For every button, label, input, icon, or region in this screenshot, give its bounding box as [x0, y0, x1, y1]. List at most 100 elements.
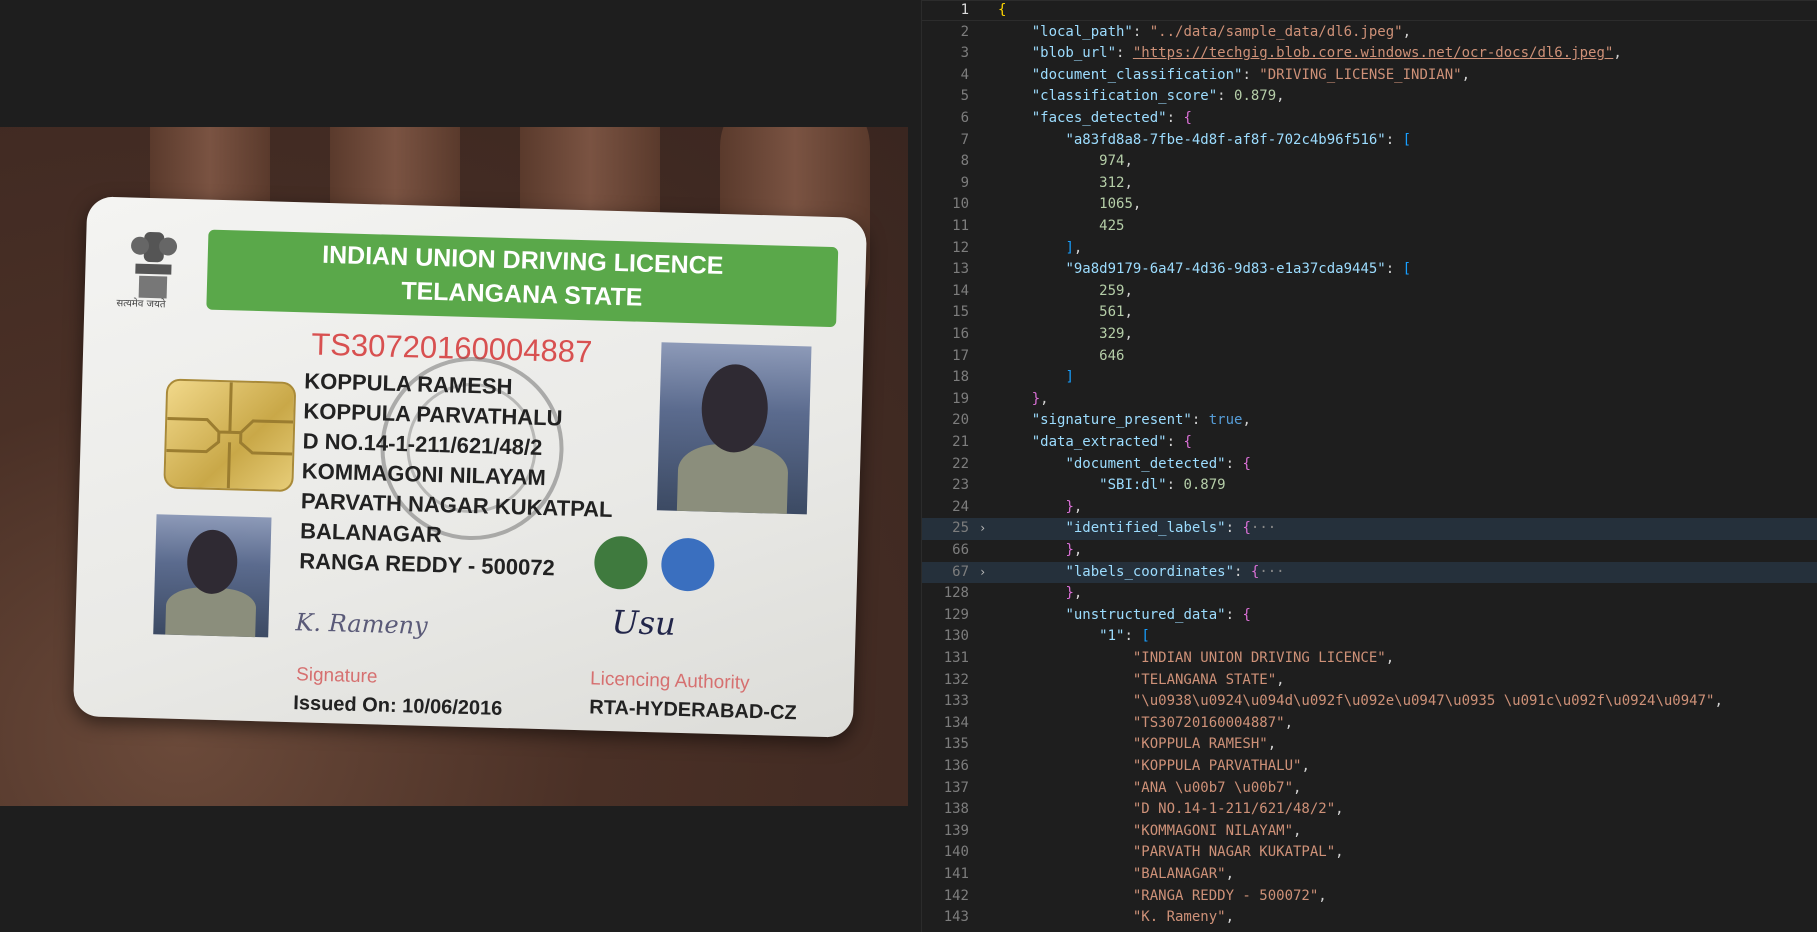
line-number: 4 — [960, 66, 969, 83]
line-number: 67 — [952, 563, 969, 580]
image-pane: सत्यमेव जयते INDIAN UNION DRIVING LICENC… — [0, 0, 921, 932]
code-line[interactable]: 130 "1": [ — [922, 626, 1817, 648]
code-text: "SBI:dl": 0.879 — [1099, 477, 1226, 494]
code-line[interactable]: 3 "blob_url": "https://techgig.blob.core… — [922, 43, 1817, 65]
code-text: 259, — [1099, 282, 1133, 299]
address-line: PARVATH NAGAR KUKATPAL — [300, 488, 613, 522]
code-text: "KOPPULA RAMESH", — [1132, 736, 1277, 753]
code-line[interactable]: 21 "data_extracted": { — [922, 432, 1817, 454]
licence-photo: सत्यमेव जयते INDIAN UNION DRIVING LICENC… — [0, 127, 908, 806]
driving-licence-card: सत्यमेव जयते INDIAN UNION DRIVING LICENC… — [72, 196, 868, 738]
code-line[interactable]: 135 "KOPPULA RAMESH", — [922, 734, 1817, 756]
authority-signature: Usu — [611, 603, 677, 643]
code-text: "\u0938\u0924\u094d\u092f\u092e\u0947\u0… — [1132, 693, 1723, 710]
code-line[interactable]: 13 "9a8d9179-6a47-4d36-9d83-e1a37cda9445… — [922, 259, 1817, 281]
code-line[interactable]: 9 312, — [922, 173, 1817, 195]
code-line[interactable]: 139 "KOMMAGONI NILAYAM", — [922, 821, 1817, 843]
line-number: 133 — [943, 693, 969, 710]
code-line[interactable]: 137 "ANA \u00b7 \u00b7", — [922, 778, 1817, 800]
code-line[interactable]: 129 "unstructured_data": { — [922, 605, 1817, 627]
code-text: "K. Rameny", — [1132, 909, 1235, 926]
code-line[interactable]: 136 "KOPPULA PARVATHALU", — [922, 756, 1817, 778]
fold-chevron-icon[interactable]: › — [979, 518, 986, 540]
code-line[interactable]: 5 "classification_score": 0.879, — [922, 86, 1817, 108]
holder-photo — [656, 342, 812, 515]
code-text: "9a8d9179-6a47-4d36-9d83-e1a37cda9445": … — [1065, 261, 1412, 278]
line-number: 6 — [960, 110, 969, 126]
code-line[interactable]: 128 }, — [922, 583, 1817, 605]
code-line[interactable]: 141 "BALANAGAR", — [922, 864, 1817, 886]
line-number: 14 — [952, 282, 969, 299]
code-text: "D NO.14-1-211/621/48/2", — [1132, 801, 1344, 818]
code-line[interactable]: 23 "SBI:dl": 0.879 — [922, 475, 1817, 497]
code-text: 974, — [1099, 153, 1133, 170]
line-number: 137 — [943, 779, 969, 796]
code-line[interactable]: 19 }, — [922, 389, 1817, 411]
code-line[interactable]: 4 "document_classification": "DRIVING_LI… — [922, 65, 1817, 87]
code-line[interactable]: 6 "faces_detected": { — [922, 108, 1817, 130]
code-line[interactable]: 134 "TS30720160004887", — [922, 713, 1817, 735]
code-line[interactable]: 8 974, — [922, 151, 1817, 173]
line-number: 1 — [960, 2, 969, 18]
line-number: 134 — [943, 714, 969, 731]
line-number: 16 — [952, 326, 969, 342]
code-text: "labels_coordinates": {··· — [1065, 563, 1285, 580]
address-line: RANGA REDDY - 500072 — [298, 548, 556, 581]
code-line[interactable]: 12 ], — [922, 238, 1817, 260]
line-number: 130 — [943, 628, 969, 645]
code-line[interactable]: 11 425 — [922, 216, 1817, 238]
code-line[interactable]: 1{ — [922, 0, 1817, 22]
code-text: }, — [1031, 390, 1049, 407]
code-text: "data_extracted": { — [1031, 434, 1192, 450]
code-text: "RANGA REDDY - 500072", — [1132, 887, 1327, 904]
code-line[interactable]: 2 "local_path": "../data/sample_data/dl6… — [922, 22, 1817, 44]
code-line[interactable]: 7 "a83fd8a8-7fbe-4d8f-af8f-702c4b96f516"… — [922, 130, 1817, 152]
code-line[interactable]: 140 "PARVATH NAGAR KUKATPAL", — [922, 842, 1817, 864]
code-line[interactable]: 25 › "identified_labels": {··· — [922, 518, 1817, 540]
code-line[interactable]: 15 561, — [922, 302, 1817, 324]
code-text: 646 — [1099, 347, 1125, 364]
line-number: 66 — [952, 542, 969, 558]
code-text: { — [998, 2, 1007, 18]
code-line[interactable]: 18 ] — [922, 367, 1817, 389]
code-text: "signature_present": true, — [1031, 412, 1251, 429]
line-number: 139 — [943, 822, 969, 839]
signature-label: Signature — [295, 664, 378, 688]
line-number: 128 — [943, 585, 969, 602]
code-line[interactable]: 17 646 — [922, 346, 1817, 368]
line-number: 18 — [952, 369, 969, 386]
code-text: }, — [1065, 585, 1083, 602]
code-text: "1": [ — [1099, 628, 1150, 645]
line-number: 132 — [943, 671, 969, 688]
code-text: "ANA \u00b7 \u00b7", — [1132, 779, 1302, 796]
line-number: 141 — [943, 866, 969, 882]
code-line[interactable]: 67 › "labels_coordinates": {··· — [922, 561, 1817, 584]
line-number: 19 — [952, 390, 969, 407]
code-line[interactable]: 131 "INDIAN UNION DRIVING LICENCE", — [922, 648, 1817, 670]
code-line[interactable]: 138 "D NO.14-1-211/621/48/2", — [922, 799, 1817, 821]
code-line[interactable]: 20 "signature_present": true, — [922, 410, 1817, 432]
code-text: ], — [1065, 239, 1083, 256]
code-line[interactable]: 142 "RANGA REDDY - 500072", — [922, 886, 1817, 908]
licencing-authority-label: Licencing Authority — [589, 668, 750, 694]
code-line[interactable]: 16 329, — [922, 324, 1817, 346]
code-line[interactable]: 132 "TELANGANA STATE", — [922, 670, 1817, 692]
code-text: "document_detected": { — [1065, 455, 1251, 472]
fold-chevron-icon[interactable]: › — [979, 562, 986, 584]
code-text: 329, — [1099, 326, 1133, 342]
code-text: "identified_labels": {··· — [1065, 520, 1277, 537]
code-line[interactable]: 24 }, — [922, 497, 1817, 519]
address-line: D NO.14-1-211/621/48/2 — [302, 428, 543, 461]
json-editor[interactable]: 1{2 "local_path": "../data/sample_data/d… — [922, 0, 1817, 932]
code-text: ] — [1065, 369, 1074, 386]
code-text: 1065, — [1099, 196, 1142, 213]
code-line[interactable]: 22 "document_detected": { — [922, 454, 1817, 476]
code-text: "a83fd8a8-7fbe-4d8f-af8f-702c4b96f516": … — [1065, 131, 1412, 148]
code-line[interactable]: 143 "K. Rameny", — [922, 907, 1817, 929]
green-hologram-dot — [593, 535, 649, 590]
code-line[interactable]: 14 259, — [922, 281, 1817, 303]
code-line[interactable]: 66 }, — [922, 540, 1817, 562]
code-line[interactable]: 133 "\u0938\u0924\u094d\u092f\u092e\u094… — [922, 691, 1817, 713]
line-number: 5 — [960, 88, 969, 105]
code-line[interactable]: 10 1065, — [922, 194, 1817, 216]
